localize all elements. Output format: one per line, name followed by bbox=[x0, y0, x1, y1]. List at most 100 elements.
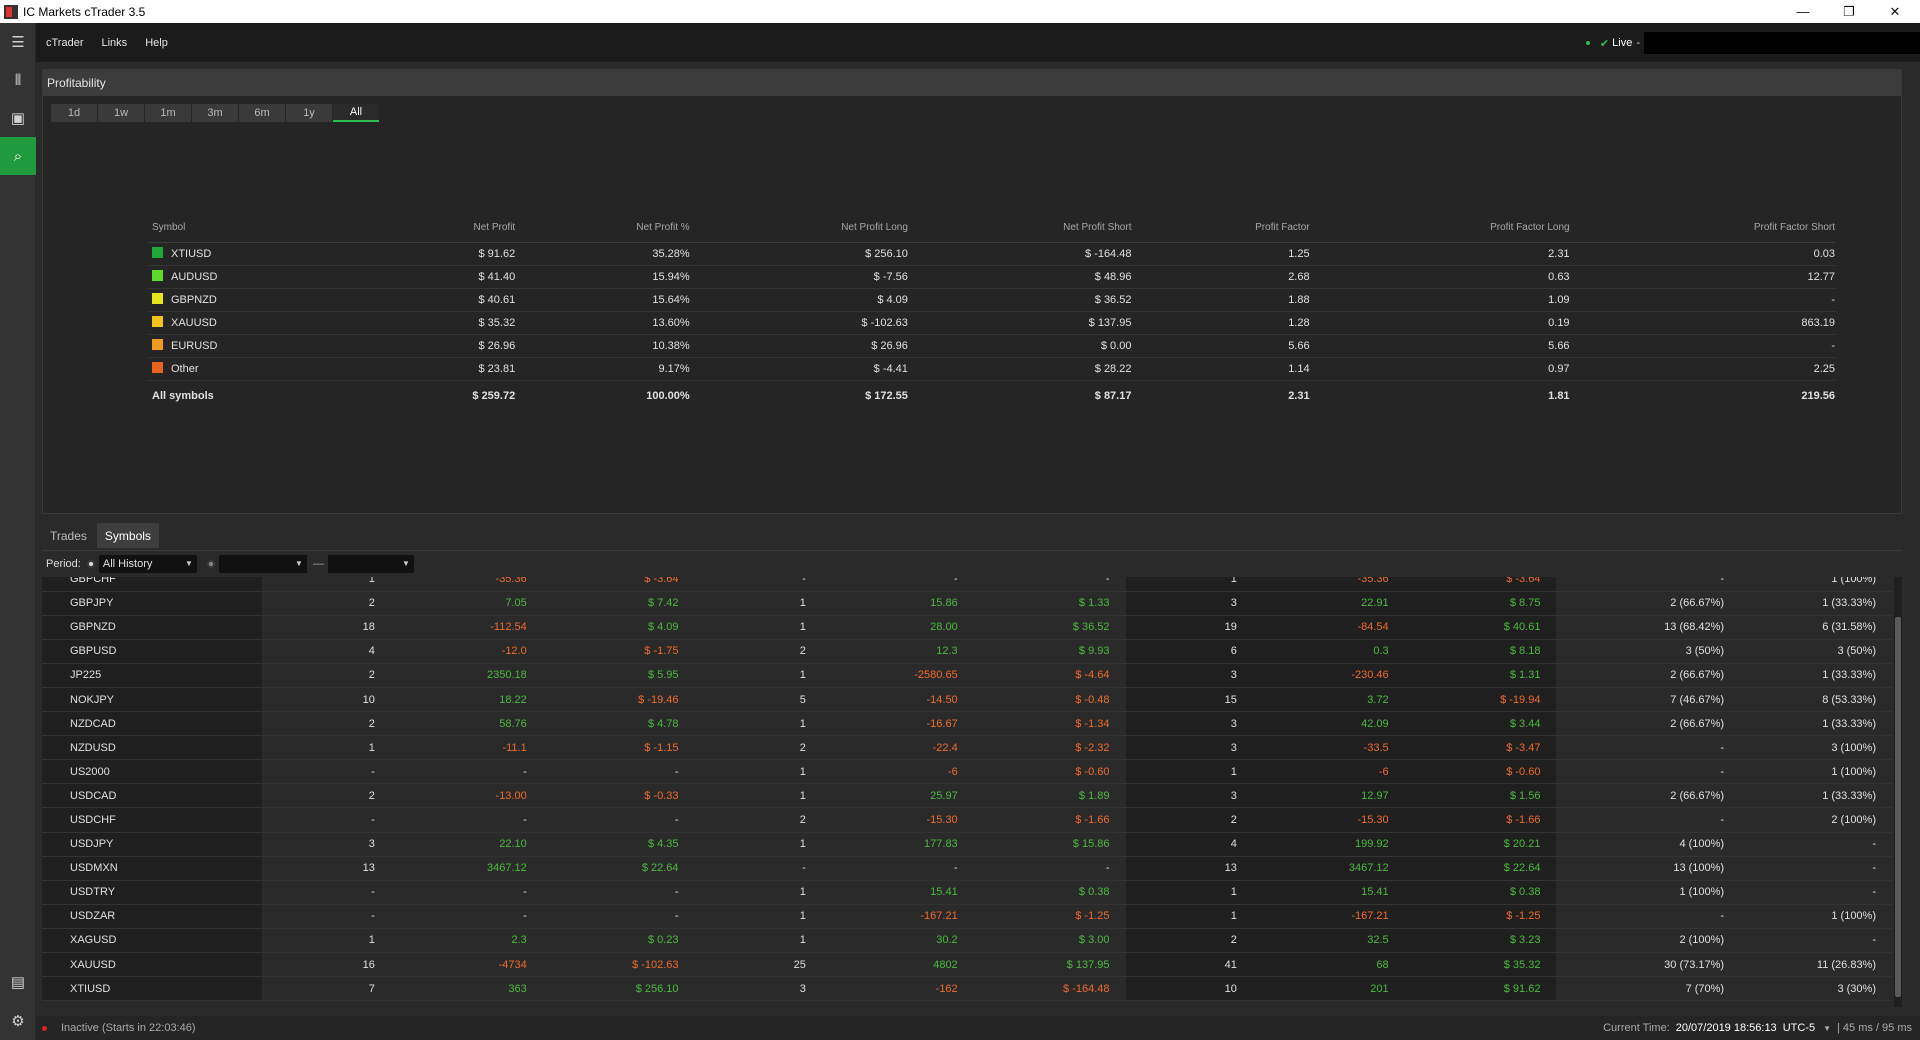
range-tab-1d[interactable]: 1d bbox=[51, 104, 97, 122]
minimize-icon[interactable]: — bbox=[1780, 0, 1826, 23]
table-row[interactable]: GBPCHF 1 -35.36 $ -3.64- - -1 -35.36 $ -3.64-1 … bbox=[42, 577, 1892, 592]
table-row[interactable]: GBPNZD $ 40.61 15.64% $ 4.09 $ 36.52 1.88 1.09… bbox=[148, 288, 1835, 312]
timezone-select[interactable]: UTC-5 bbox=[1783, 1022, 1815, 1034]
hamburger-menu-icon[interactable]: ☰ bbox=[0, 23, 36, 61]
color-swatch bbox=[152, 270, 163, 281]
column-header[interactable]: Profit Factor Long bbox=[1309, 214, 1570, 243]
table-row[interactable]: NZDUSD 1 -11.1 $ -1.15 2 -22.4 $ -2.32 3 -33.5 $ … bbox=[42, 735, 1892, 761]
table-row[interactable]: US2000- - -1 -6 $ -0.60 1 -6 $ -0.60-1 (100%) bbox=[42, 759, 1892, 785]
column-header[interactable]: Net Profit Short bbox=[907, 214, 1132, 243]
value-cell: - bbox=[1556, 904, 1741, 929]
value-cell: $ 0.38 bbox=[1404, 880, 1557, 905]
column-header[interactable]: Symbol bbox=[148, 214, 376, 243]
symbol-cell: USDMXN bbox=[42, 856, 263, 881]
period-select[interactable]: All History ▼ bbox=[98, 554, 197, 573]
period-radio[interactable] bbox=[86, 559, 95, 568]
trade-icon[interactable]: ⫴ bbox=[0, 61, 36, 99]
table-row[interactable]: XAUUSD $ 35.32 13.60% $ -102.63 $ 137.95 1.28… bbox=[148, 311, 1835, 335]
value-cell: 12.97 bbox=[1252, 783, 1405, 809]
value-cell: 13 (100%) bbox=[1556, 856, 1741, 881]
table-header-row: Symbol Net Profit Net Profit % Net Profit L… bbox=[148, 214, 1835, 243]
value-cell: $ -102.63 bbox=[689, 311, 908, 335]
symbol-cell: USDCAD bbox=[42, 783, 263, 809]
value-cell: $ 1.89 bbox=[973, 783, 1126, 809]
range-tab-3m[interactable]: 3m bbox=[192, 104, 238, 122]
range-tab-1w[interactable]: 1w bbox=[98, 104, 144, 122]
settings-gear-icon[interactable]: ⚙ bbox=[0, 1002, 36, 1040]
value-cell: -16.67 bbox=[821, 711, 974, 737]
table-row[interactable]: XTIUSD $ 91.62 35.28% $ 256.10 $ -164.48 1.25… bbox=[148, 242, 1835, 266]
value-cell: 3 bbox=[1125, 663, 1253, 688]
chevron-down-icon[interactable]: ▼ bbox=[1823, 1024, 1831, 1033]
value-cell: -15.30 bbox=[1252, 807, 1405, 833]
table-row[interactable]: USDZAR - - -1 -167.21 $ -1.25 1 -167.21 $ -1.25-… bbox=[42, 904, 1892, 929]
value-cell: 3 bbox=[1125, 591, 1253, 616]
table-row[interactable]: USDJPY 3 22.10 $ 4.35 1 177.83 $ 15.86 4 199.92 $… bbox=[42, 832, 1892, 857]
color-swatch bbox=[152, 339, 163, 350]
table-row[interactable]: USDMXN 13 3467.12 $ 22.64- - -13 3467.12 $ 22.6… bbox=[42, 856, 1892, 881]
grid-scrollbar[interactable] bbox=[1894, 577, 1902, 1007]
table-row[interactable]: GBPNZD 18 -112.54 $ 4.09 1 28.00 $ 36.52 19 -84.… bbox=[42, 615, 1892, 640]
value-cell: $ -1.25 bbox=[973, 904, 1126, 929]
value-cell: 1 (33.33%) bbox=[1740, 711, 1892, 737]
value-cell: 1 bbox=[694, 591, 822, 616]
tab-trades[interactable]: Trades bbox=[42, 523, 95, 548]
date-to-select[interactable]: ▼ bbox=[327, 554, 414, 573]
date-from-select[interactable]: ▼ bbox=[218, 554, 307, 573]
restore-icon[interactable]: ❐ bbox=[1826, 0, 1872, 23]
symbol-label: GBPNZD bbox=[171, 294, 217, 306]
column-header[interactable]: Net Profit bbox=[375, 214, 516, 243]
value-cell: $ 256.10 bbox=[689, 242, 908, 266]
value-cell: - bbox=[973, 856, 1126, 881]
range-tab-1y[interactable]: 1y bbox=[286, 104, 332, 122]
value-cell: 16 bbox=[262, 952, 391, 978]
value-cell: 7 (70%) bbox=[1556, 976, 1741, 1002]
value-cell: 2350.18 bbox=[390, 663, 543, 688]
range-tab-1m[interactable]: 1m bbox=[145, 104, 191, 122]
column-header[interactable]: Net Profit Long bbox=[689, 214, 908, 243]
tab-symbols[interactable]: Symbols bbox=[96, 523, 159, 548]
table-row[interactable]: EURUSD $ 26.96 10.38% $ 26.96 $ 0.00 5.66 5.66… bbox=[148, 334, 1835, 358]
table-row[interactable]: AUDUSD $ 41.40 15.94% $ -7.56 $ 48.96 2.68 0.6… bbox=[148, 265, 1835, 289]
value-cell: $ -3.64 bbox=[542, 577, 695, 592]
value-cell: - bbox=[262, 904, 391, 929]
menu-ctrader[interactable]: cTrader bbox=[46, 37, 84, 49]
value-cell: 2.68 bbox=[1131, 265, 1310, 289]
copy-icon[interactable]: ▣ bbox=[0, 99, 36, 137]
table-row[interactable]: USDTRY - - -1 15.41 $ 0.38 1 15.41 $ 0.38 1 (100%… bbox=[42, 880, 1892, 905]
menu-links[interactable]: Links bbox=[102, 37, 128, 49]
value-cell: 2 (66.67%) bbox=[1556, 711, 1741, 737]
chevron-down-icon: ▼ bbox=[401, 558, 410, 568]
table-row[interactable]: XTIUSD 7 363 $ 256.10 3 -162 $ -164.48 10 201 $ 9… bbox=[42, 976, 1892, 1002]
value-cell: 42.09 bbox=[1252, 711, 1405, 737]
value-cell: $ 40.61 bbox=[375, 288, 516, 312]
column-header[interactable]: Profit Factor bbox=[1131, 214, 1310, 243]
analyze-search-icon[interactable]: ⌕ bbox=[0, 137, 36, 175]
scrollbar-thumb[interactable] bbox=[1895, 617, 1901, 997]
column-header[interactable]: Net Profit % bbox=[515, 214, 690, 243]
table-row[interactable]: GBPUSD 4 -12.0 $ -1.75 2 12.3 $ 9.93 6 0.3 $ 8.18… bbox=[42, 639, 1892, 664]
table-row[interactable]: Other $ 23.81 9.17% $ -4.41 $ 28.22 1.14 0.97 2… bbox=[148, 357, 1835, 381]
table-row[interactable]: JP225 2 2350.18 $ 5.95 1 -2580.65 $ -4.64 3 -230… bbox=[42, 663, 1892, 688]
value-cell: 2.25 bbox=[1569, 357, 1835, 381]
range-tab-all[interactable]: All bbox=[333, 104, 379, 122]
value-cell: 0.3 bbox=[1252, 639, 1405, 664]
table-row[interactable]: NZDCAD 2 58.76 $ 4.78 1 -16.67 $ -1.34 3 42.09 $ … bbox=[42, 711, 1892, 737]
total-label: All symbols bbox=[152, 390, 214, 403]
table-row[interactable]: USDCHF - - -2 -15.30 $ -1.66 2 -15.30 $ -1.66-2 … bbox=[42, 807, 1892, 833]
symbol-cell: XTIUSD bbox=[42, 976, 263, 1002]
table-row[interactable]: XAUUSD 16 -4734 $ -102.63 25 4802 $ 137.95 41 68… bbox=[42, 952, 1892, 978]
account-selector-redacted[interactable] bbox=[1644, 32, 1920, 54]
status-text: Inactive (Starts in 22:03:46) bbox=[61, 1022, 196, 1034]
menu-help[interactable]: Help bbox=[145, 37, 168, 49]
table-row[interactable]: XAGUSD 1 2.3 $ 0.23 1 30.2 $ 3.00 2 32.5 $ 3.23 2 … bbox=[42, 928, 1892, 954]
custom-range-radio[interactable] bbox=[206, 559, 215, 568]
column-header[interactable]: Profit Factor Short bbox=[1569, 214, 1835, 243]
table-row[interactable]: NOKJPY 10 18.22 $ -19.46 5 -14.50 $ -0.48 15 3.7… bbox=[42, 687, 1892, 713]
table-row[interactable]: USDCAD 2 -13.00 $ -0.33 1 25.97 $ 1.89 3 12.97 $ … bbox=[42, 783, 1892, 809]
briefcase-icon[interactable]: ▤ bbox=[0, 963, 36, 1001]
range-tab-6m[interactable]: 6m bbox=[239, 104, 285, 122]
close-icon[interactable]: ✕ bbox=[1872, 0, 1918, 23]
value-cell: $ -0.33 bbox=[542, 783, 695, 809]
table-row[interactable]: GBPJPY 2 7.05 $ 7.42 1 15.86 $ 1.33 3 22.91 $ 8.7… bbox=[42, 591, 1892, 616]
